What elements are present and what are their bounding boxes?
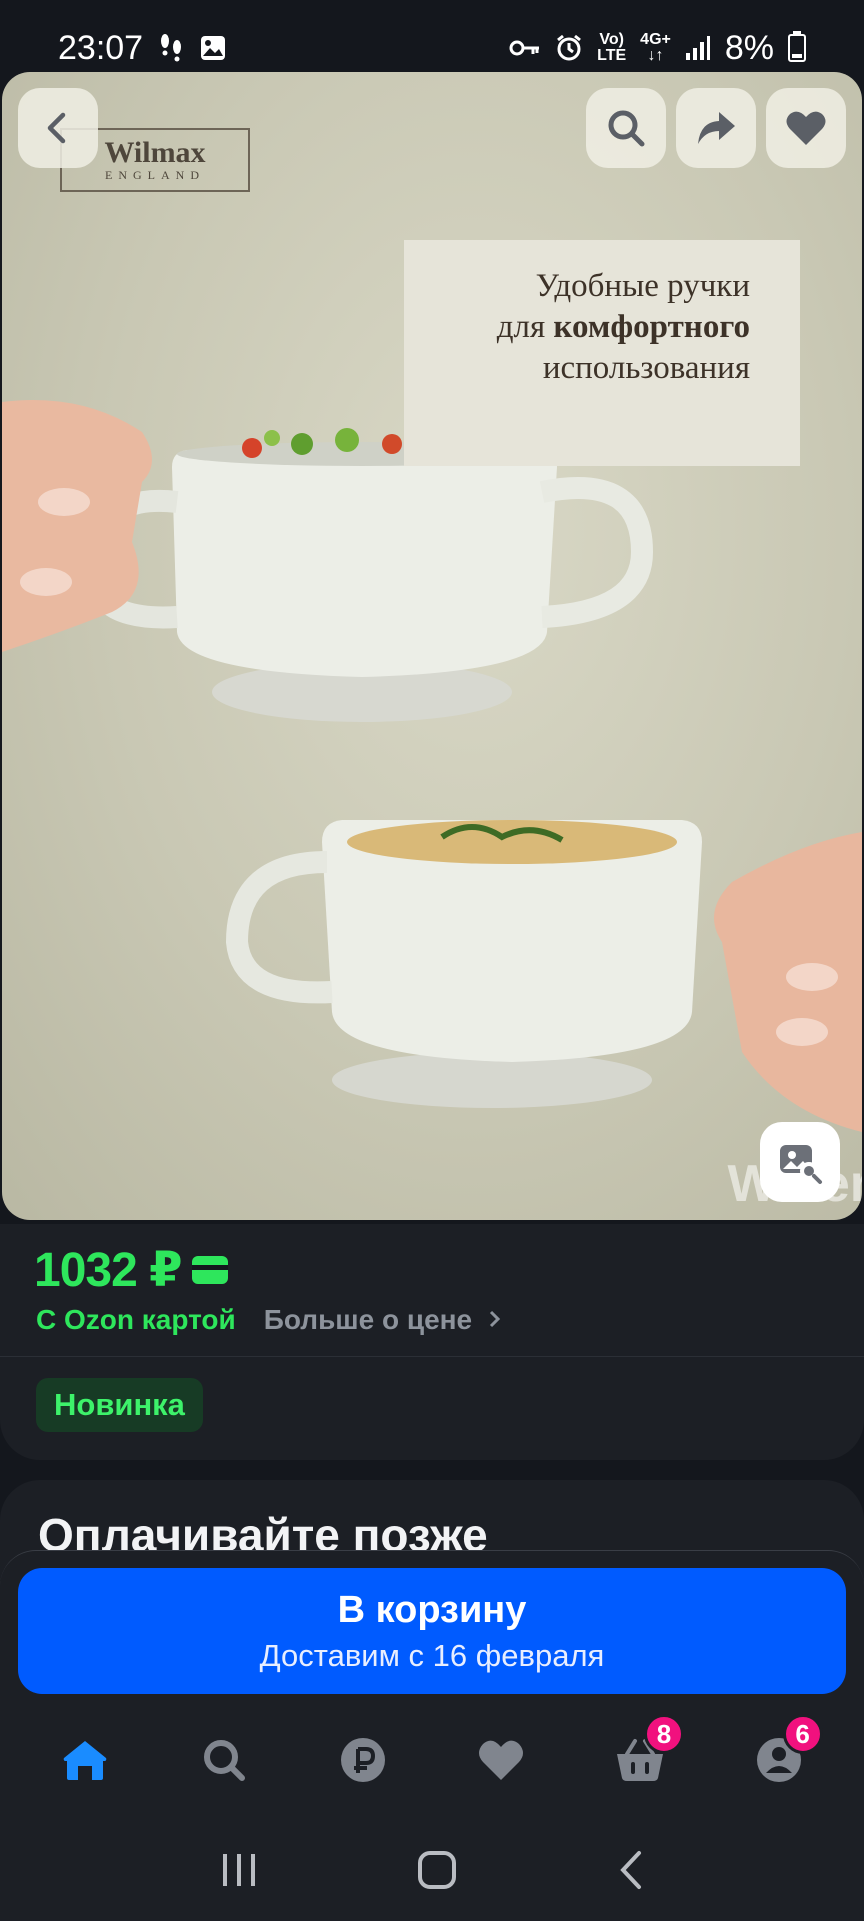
network-gen-indicator: 4G+ ↓↑ xyxy=(640,31,671,64)
alarm-icon xyxy=(555,34,583,62)
promo-line-1: Удобные ручки xyxy=(535,268,750,304)
product-image[interactable]: Wilmax ENGLAND Удобные ручки для комфорт… xyxy=(2,72,862,1220)
price-value: 1032 ₽ xyxy=(34,1244,183,1297)
nav-cart[interactable]: 8 xyxy=(608,1714,684,1792)
promo-line-3: использования xyxy=(542,350,750,386)
add-to-cart-label: В корзину xyxy=(337,1588,527,1631)
battery-percent: 8% xyxy=(724,28,774,67)
more-price-link[interactable]: Больше о цене xyxy=(264,1304,502,1336)
bottom-nav: 8 6 xyxy=(0,1714,864,1800)
home-button-icon[interactable] xyxy=(417,1850,457,1890)
steps-icon xyxy=(157,33,185,63)
cart-count-badge: 8 xyxy=(643,1714,684,1754)
home-icon xyxy=(63,1741,107,1780)
share-arrow-icon xyxy=(698,112,735,144)
battery-icon xyxy=(788,31,806,62)
image-search-icon xyxy=(780,1145,822,1184)
profile-count-badge: 6 xyxy=(782,1714,823,1754)
promo-text-card: Удобные ручки для комфортного использова… xyxy=(404,240,800,466)
status-time: 23:07 xyxy=(58,28,144,67)
search-icon xyxy=(608,110,645,147)
visual-search-button[interactable] xyxy=(760,1122,840,1202)
ozon-card-label: С Ozon картой xyxy=(36,1304,236,1335)
chevron-right-icon xyxy=(489,1310,501,1328)
ruble-icon xyxy=(340,1738,385,1782)
heart-icon xyxy=(786,111,826,145)
promo-line-2: для комфортного xyxy=(496,309,750,345)
delivery-date-label: Доставим с 16 февраля xyxy=(259,1637,605,1673)
nav-search[interactable] xyxy=(192,1728,256,1792)
signal-icon xyxy=(685,35,711,61)
gallery-icon xyxy=(199,34,227,62)
back-button[interactable] xyxy=(18,88,98,168)
nav-favorites[interactable] xyxy=(469,1728,533,1792)
recent-apps-icon[interactable] xyxy=(219,1852,259,1888)
back-nav-icon[interactable] xyxy=(615,1850,645,1890)
add-to-cart-button[interactable]: В корзину Доставим с 16 февраля xyxy=(18,1568,846,1694)
key-icon xyxy=(509,38,541,58)
nav-home[interactable] xyxy=(53,1728,117,1792)
favorite-button[interactable] xyxy=(766,88,846,168)
search-button[interactable] xyxy=(586,88,666,168)
share-button[interactable] xyxy=(676,88,756,168)
system-nav-bar xyxy=(0,1820,864,1920)
nav-profile[interactable]: 6 xyxy=(747,1714,823,1792)
new-badge: Новинка xyxy=(36,1378,203,1432)
divider xyxy=(0,1356,864,1357)
search-icon xyxy=(203,1740,245,1781)
heart-icon xyxy=(479,1740,524,1780)
volte-indicator: Vo) LTE xyxy=(597,31,627,64)
arrow-left-icon xyxy=(47,112,66,144)
card-icon xyxy=(191,1256,228,1284)
nav-finance[interactable] xyxy=(331,1728,395,1792)
